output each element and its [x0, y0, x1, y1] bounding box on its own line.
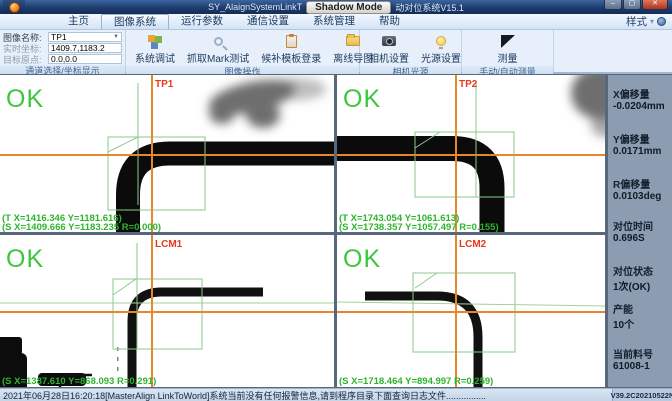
group-measure: 测量 手动/自动测量 — [462, 30, 554, 72]
status-ok: OK — [343, 245, 381, 273]
camera-icon — [382, 33, 396, 49]
debug-cubes-icon — [148, 33, 163, 49]
system-debug-label: 系统调试 — [135, 50, 175, 65]
camera-label: TP1 — [155, 79, 174, 90]
crosshair — [0, 235, 334, 387]
x-offset-label: X偏移量 — [613, 86, 671, 101]
group-channel-coords: 图像名称: TP1 ▼ 实时坐标: 目标原点: — [0, 30, 126, 72]
align-status-label: 对位状态 — [613, 263, 671, 278]
y-offset-label: Y偏移量 — [613, 131, 671, 146]
part-number-label: 当前料号 — [613, 346, 671, 361]
style-options-icon — [657, 17, 666, 26]
r-offset-label: R偏移量 — [613, 176, 671, 191]
titlebar: SY_AlaignSystemLinkT Shadow Mode 动对位系统V1… — [0, 0, 672, 14]
shadow-mode-badge: Shadow Mode — [306, 1, 391, 14]
light-settings-button[interactable]: 光源设置 — [415, 31, 467, 65]
camera-label: LCM1 — [155, 239, 183, 250]
y-offset-value: 0.0171mm — [613, 146, 671, 157]
speckles — [117, 347, 119, 371]
gray-blob — [206, 75, 326, 128]
dropdown-arrow-icon: ▼ — [113, 34, 119, 40]
group-image-ops: 系统调试 抓取Mark测试 候补模板登录 离线导图 图像操作 — [126, 30, 360, 72]
target-origin-field[interactable] — [51, 55, 119, 63]
logo-icon — [9, 2, 20, 13]
app-window: SY_AlaignSystemLinkT Shadow Mode 动对位系统V1… — [0, 0, 672, 401]
s-coords: (S X=1409.666 Y=1183.235 R=0.000) — [2, 222, 161, 232]
results-sidebar: X偏移量-0.0204mm Y偏移量0.0171mm R偏移量0.0103deg… — [608, 75, 672, 387]
menu-item-comm-settings[interactable]: 通信设置 — [235, 14, 301, 29]
camera-grid: OK TP1 (T X=1416.346 Y=1181.616) (S X=14… — [0, 74, 672, 388]
measure-button[interactable]: 测量 — [492, 31, 524, 65]
image-name-value: TP1 — [51, 32, 67, 42]
chevron-down-icon: ▾ — [650, 17, 654, 26]
grab-mark-test-button[interactable]: 抓取Mark测试 — [181, 31, 255, 65]
gray-blob — [571, 75, 605, 137]
close-button[interactable]: ✕ — [642, 0, 668, 10]
part-number-value: 61008-1 — [613, 361, 671, 372]
s-coords: (S X=1738.357 Y=1057.497 R=0.155) — [339, 222, 499, 232]
system-debug-button[interactable]: 系统调试 — [129, 31, 181, 65]
window-controls: – ▢ ✕ — [604, 0, 668, 10]
magnifier-icon — [214, 33, 223, 49]
s-coords: (S X=1387.610 Y=868.093 R=0.291) — [2, 376, 156, 387]
align-status-value: 1次(OK) — [613, 278, 671, 293]
window-title-right: 动对位系统V15.1 — [395, 1, 464, 14]
menu-item-home[interactable]: 主页 — [56, 14, 101, 29]
camera-settings-label: 相机设置 — [369, 50, 409, 65]
style-menu[interactable]: 样式 ▾ — [626, 14, 672, 29]
menu-item-image-system[interactable]: 图像系统 — [101, 14, 169, 29]
align-time-value: 0.696S — [613, 233, 671, 244]
s-coords: (S X=1718.464 Y=894.997 R=0.259) — [339, 376, 493, 387]
grab-mark-test-label: 抓取Mark测试 — [187, 50, 249, 65]
app-logo-orb[interactable] — [3, 0, 25, 14]
minimize-button[interactable]: – — [604, 0, 622, 10]
camera-view-lcm1: OK LCM1 (S X=1387.610 Y=868.093 R=0.291) — [0, 235, 334, 387]
throughput-value: 10个 — [613, 316, 671, 331]
trace-path — [128, 154, 334, 233]
version-label: V39.2C20210522N — [612, 389, 672, 401]
target-origin-label: 目标原点: — [3, 53, 48, 66]
image-name-dropdown[interactable]: TP1 ▼ — [48, 32, 122, 42]
camera-label: TP2 — [459, 79, 478, 90]
trace-path — [365, 296, 478, 387]
bulb-icon — [436, 33, 446, 49]
camera-view-lcm2: OK LCM2 (S X=1718.464 Y=894.997 R=0.259) — [337, 235, 605, 387]
camera-label: LCM2 — [459, 239, 487, 250]
throughput-label: 产能 — [613, 301, 671, 316]
camera-settings-button[interactable]: 相机设置 — [363, 31, 415, 65]
caliper-icon — [501, 33, 515, 49]
group-camera-light: 相机设置 光源设置 相机光源 — [360, 30, 462, 72]
x-offset-value: -0.0204mm — [613, 101, 671, 112]
template-register-button[interactable]: 候补模板登录 — [255, 31, 327, 65]
status-ok: OK — [6, 85, 44, 113]
ribbon-spacer — [554, 30, 672, 72]
camera-view-tp2: OK TP2 (T X=1743.054 Y=1061.613) (S X=17… — [337, 75, 605, 232]
menu-item-system-mgmt[interactable]: 系统管理 — [301, 14, 367, 29]
menu-item-run-params[interactable]: 运行参数 — [169, 14, 235, 29]
realtime-coord-field[interactable] — [51, 44, 119, 52]
camera-view-tp1: OK TP1 (T X=1416.346 Y=1181.616) (S X=14… — [0, 75, 334, 232]
ribbon-toolbar: 图像名称: TP1 ▼ 实时坐标: 目标原点: — [0, 30, 672, 74]
status-ok: OK — [343, 85, 381, 113]
menubar: 主页 图像系统 运行参数 通信设置 系统管理 帮助 样式 ▾ — [0, 14, 672, 30]
align-time-label: 对位时间 — [613, 218, 671, 233]
maximize-button[interactable]: ▢ — [623, 0, 641, 10]
measure-label: 测量 — [498, 50, 518, 65]
style-menu-label: 样式 — [626, 14, 647, 29]
template-register-label: 候补模板登录 — [261, 50, 321, 65]
r-offset-value: 0.0103deg — [613, 191, 671, 202]
status-ok: OK — [6, 245, 44, 273]
statusbar: 2021年06月28日16:20:18[MasterAlign LinkToWo… — [0, 388, 672, 401]
clipboard-icon — [286, 33, 297, 49]
status-message: 2021年06月28日16:20:18[MasterAlign LinkToWo… — [0, 389, 612, 401]
menu-item-help[interactable]: 帮助 — [367, 14, 412, 29]
window-title-left: SY_AlaignSystemLinkT — [208, 2, 302, 12]
light-settings-label: 光源设置 — [421, 50, 461, 65]
folder-icon — [346, 33, 360, 49]
